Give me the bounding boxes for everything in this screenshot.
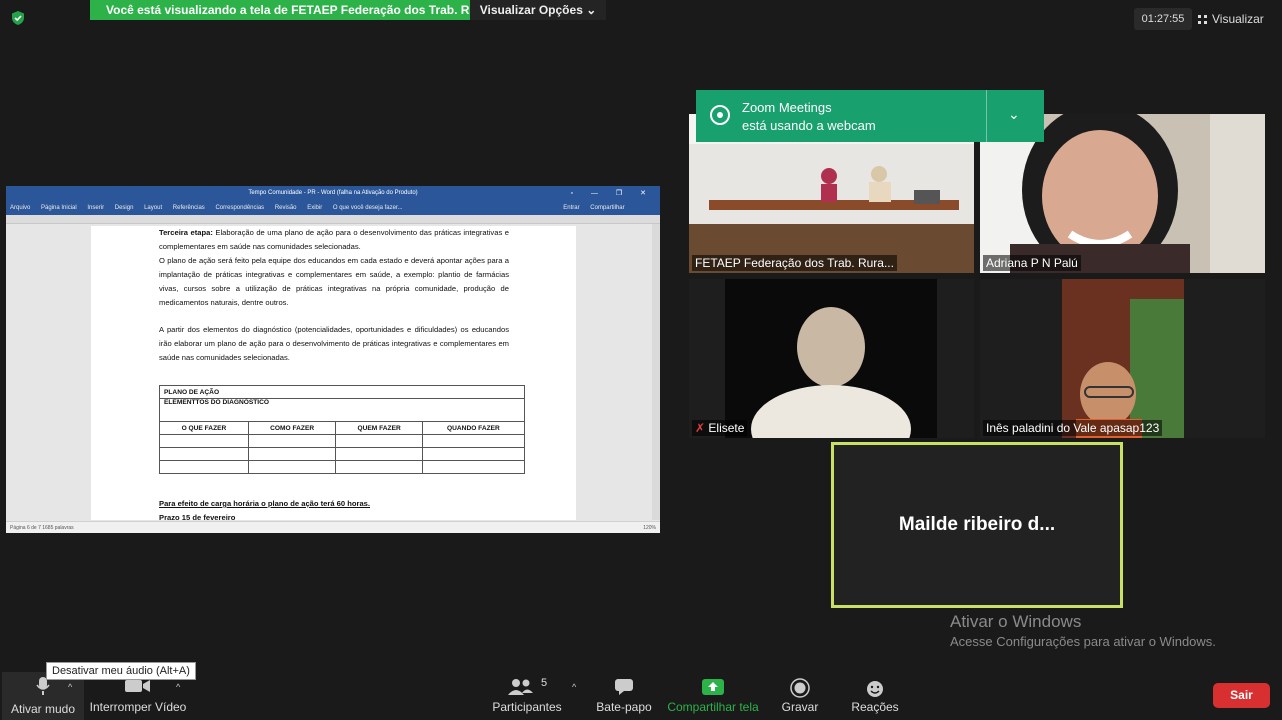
ribbon-tab-exibir: Exibir (307, 205, 323, 211)
share-screen-icon (702, 679, 724, 695)
view-layout-label: Visualizar (1212, 12, 1264, 26)
note-deadline: Prazo 15 de fevereiro (159, 513, 236, 520)
chat-bubble-icon (615, 679, 633, 695)
document-scrollbar (652, 224, 660, 520)
ribbon-signin: Entrar (563, 205, 580, 211)
paragraph-third-step: Terceira etapa: Elaboração de uma plano … (159, 226, 509, 254)
participants-count: 5 (541, 677, 548, 689)
participants-icon (508, 679, 533, 695)
ribbon-tab-revisao: Revisão (274, 205, 297, 211)
participant-video-tile[interactable]: Inês paladini do Vale apasap123 (980, 279, 1265, 438)
reactions-button[interactable]: Reações (846, 674, 904, 718)
share-screen-button[interactable]: Compartilhar tela (664, 674, 762, 718)
muted-mic-icon: ✗ (695, 421, 706, 435)
col-header-when: QUANDO FAZER (421, 421, 526, 435)
view-options-dropdown[interactable]: Visualizar Opções ⌄ (470, 0, 606, 20)
paragraph-diagnosis: A partir dos elementos do diagnóstico (p… (159, 325, 509, 362)
table-row (159, 447, 526, 461)
notification-body: está usando a webcam (742, 118, 876, 133)
record-button[interactable]: Gravar (772, 674, 828, 718)
paragraph-plan: O plano de ação será feito pela equipe d… (159, 256, 509, 307)
mute-label: Ativar mudo (10, 702, 76, 716)
third-step-heading: Terceira etapa: (159, 228, 213, 237)
stop-video-label: Interromper Vídeo (89, 700, 187, 714)
stop-video-button[interactable]: Interromper Vídeo (88, 674, 188, 718)
participant-name: FETAEP Federação dos Trab. Rura... (692, 255, 897, 271)
action-plan-table: PLANO DE AÇÃO ELEMENTTOS DO DIAGNÓSTICO … (159, 385, 526, 474)
record-icon (790, 678, 810, 698)
video-options-caret[interactable]: ^ (176, 682, 180, 692)
security-shield-icon[interactable] (10, 10, 26, 26)
shared-screen-document[interactable]: Tempo Comunidade - PR - Word (falha na A… (6, 186, 660, 533)
ribbon-tab-correspondencias: Correspondências (215, 205, 265, 211)
col-header-how: COMO FAZER (247, 421, 337, 435)
ribbon-tab-design: Design (114, 205, 134, 211)
smiley-icon (867, 681, 883, 697)
ribbon-share: Compartilhar (590, 205, 625, 211)
table-row (159, 460, 526, 474)
mute-tooltip: Desativar meu áudio (Alt+A) (46, 662, 196, 680)
word-title-bar: Tempo Comunidade - PR - Word (falha na A… (6, 186, 660, 201)
participant-name: Elisete (708, 421, 745, 435)
view-options-label: Visualizar Opções (479, 3, 583, 17)
ribbon-tab-inserir: Inserir (87, 205, 105, 211)
table-row (159, 434, 526, 448)
share-screen-label: Compartilhar tela (667, 700, 759, 714)
word-status-text: Página 6 de 7 1685 palavras (10, 525, 74, 531)
word-status-bar: Página 6 de 7 1685 palavras 120% (6, 521, 660, 533)
col-header-what: O QUE FAZER (159, 421, 249, 435)
participants-label: Participantes (492, 700, 562, 714)
audio-options-caret[interactable]: ^ (68, 682, 72, 692)
reactions-label: Reações (851, 700, 899, 714)
participants-button[interactable]: 5 Participantes (488, 674, 566, 718)
participant-name: Adriana P N Palú (983, 255, 1081, 271)
chevron-down-icon: ⌄ (586, 3, 597, 17)
document-page: Terceira etapa: Elaboração de uma plano … (91, 226, 576, 520)
word-ribbon-tabs: Arquivo Página Inicial Inserir Design La… (6, 201, 660, 215)
notification-title: Zoom Meetings (742, 100, 832, 115)
ribbon-search: O que você deseja fazer... (332, 205, 403, 211)
ribbon-tab-referencias: Referências (172, 205, 205, 211)
webcam-notification[interactable]: Zoom Meetings está usando a webcam ⌄ (696, 90, 1044, 142)
view-layout-button[interactable]: Visualizar (1198, 8, 1274, 30)
participant-video-tile[interactable]: ✗ Elisete (689, 279, 974, 438)
word-ruler (6, 215, 660, 224)
participant-video-feed (980, 279, 1265, 438)
leave-meeting-button[interactable]: Sair (1213, 683, 1270, 708)
participant-name-with-muted: ✗ Elisete (692, 420, 748, 436)
webcam-icon (710, 105, 730, 125)
windows-activation-subtitle: Acesse Configurações para ativar o Windo… (950, 634, 1216, 649)
chevron-down-icon[interactable]: ⌄ (1008, 106, 1020, 123)
participant-name: Inês paladini do Vale apasap123 (983, 420, 1163, 436)
record-label: Gravar (781, 700, 819, 714)
participant-name: Mailde ribeiro d... (898, 514, 1056, 535)
screen-share-banner: Você está visualizando a tela de FETAEP … (90, 0, 470, 20)
grid-icon (1198, 15, 1207, 24)
table-title: PLANO DE AÇÃO (159, 385, 525, 399)
ribbon-tab-layout: Layout (144, 205, 163, 211)
chat-button[interactable]: Bate-papo (590, 674, 658, 718)
note-hours: Para efeito de carga horária o plano de … (159, 499, 371, 508)
window-controls: ▫ — ❐ ✕ (570, 190, 654, 197)
table-subtitle: ELEMENTTOS DO DIAGNÓSTICO (159, 398, 525, 422)
ribbon-tab-inicio: Página Inicial (41, 205, 77, 211)
word-zoom-level: 120% (643, 525, 656, 531)
meeting-timer: 01:27:55 (1134, 8, 1192, 30)
col-header-who: QUEM FAZER (335, 421, 423, 435)
windows-activation-title: Ativar o Windows (950, 612, 1082, 631)
chat-label: Bate-papo (596, 700, 652, 714)
notification-divider (986, 90, 987, 142)
active-speaker-tile[interactable]: Mailde ribeiro d... (831, 442, 1123, 608)
participants-options-caret[interactable]: ^ (572, 682, 576, 692)
word-title: Tempo Comunidade - PR - Word (falha na A… (248, 190, 418, 196)
video-camera-icon (125, 680, 150, 692)
ribbon-tab-arquivo: Arquivo (10, 205, 31, 211)
participant-video-feed (689, 279, 974, 438)
